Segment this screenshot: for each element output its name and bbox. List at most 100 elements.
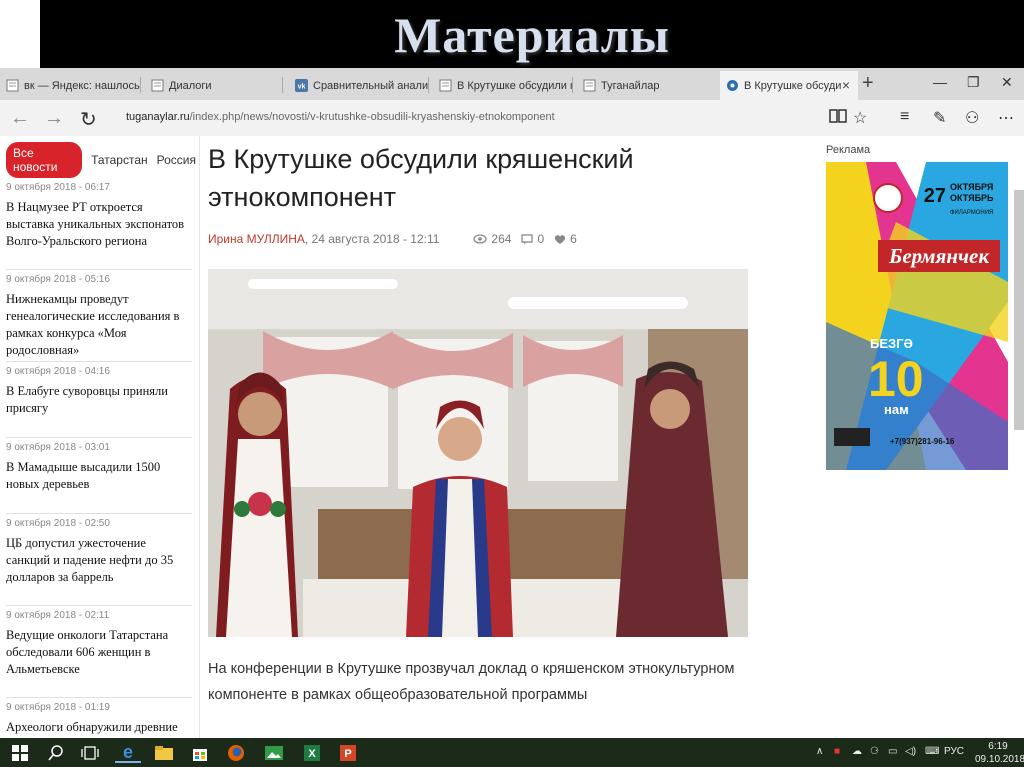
list-item[interactable]: 9 октября 2018 - 06:17 В Нацмузее РТ отк…: [6, 178, 192, 270]
monitor-icon[interactable]: ▭: [888, 746, 897, 757]
firefox-icon[interactable]: [224, 742, 248, 763]
tab-label: В Крутушке обсуди: [744, 79, 842, 92]
article-author[interactable]: Ирина МУЛЛИНА: [208, 232, 305, 246]
back-icon[interactable]: ←: [10, 107, 30, 130]
start-icon[interactable]: [8, 742, 32, 763]
filter-tatarstan[interactable]: Татарстан: [91, 153, 148, 167]
page-icon: [151, 79, 164, 92]
volume-icon[interactable]: ◁): [905, 746, 916, 757]
taskbar: e X P ∧ ■ ☁ ⚆ ▭ ◁) ⌨ РУС 6:19 09.10.2018: [0, 738, 1024, 767]
ad-number: 10: [868, 351, 924, 407]
eye-icon: [473, 234, 488, 244]
store-icon[interactable]: [188, 742, 212, 763]
hub-menu-icon[interactable]: ≡: [900, 108, 909, 126]
list-item[interactable]: 9 октября 2018 - 03:01 В Мамадыше высади…: [6, 438, 192, 514]
antivirus-icon[interactable]: ■: [834, 746, 840, 757]
tab-analysis[interactable]: vk Сравнительный анализ и: [289, 71, 429, 100]
list-item[interactable]: 9 октября 2018 - 02:11 Ведущие онкологи …: [6, 606, 192, 698]
tab-label: Туганайлар: [601, 79, 660, 92]
network-icon[interactable]: ⚆: [870, 746, 879, 757]
tab-active[interactable]: В Крутушке обсуди ×: [720, 71, 858, 100]
reading-view-icon[interactable]: [829, 108, 847, 129]
excel-icon[interactable]: X: [300, 742, 324, 763]
filter-all-news[interactable]: Все новости: [6, 142, 83, 178]
close-tab-icon[interactable]: ×: [842, 77, 850, 93]
comments-count: 0: [521, 232, 544, 246]
chevron-up-icon[interactable]: ∧: [816, 746, 823, 757]
site-icon: [726, 79, 739, 92]
likes-count[interactable]: 6: [554, 232, 577, 246]
restore-icon[interactable]: ❐: [967, 74, 980, 91]
url-field[interactable]: tuganaylar.ru/index.php/news/novosti/v-k…: [126, 111, 555, 123]
news-title[interactable]: Нижнекамцы проведут генеалогические иссл…: [6, 291, 192, 359]
svg-text:vk: vk: [298, 84, 306, 91]
file-explorer-icon[interactable]: [152, 742, 176, 763]
tab-label: вк — Яндекс: нашлось 101: [24, 79, 141, 92]
search-icon[interactable]: [44, 742, 68, 763]
ad-word: БЕЗГӘ: [870, 336, 913, 351]
column-divider: [199, 136, 200, 738]
list-item[interactable]: 9 октября 2018 - 04:16 В Елабуге суворов…: [6, 362, 192, 438]
language-indicator[interactable]: РУС: [944, 746, 964, 757]
url-host: tuganaylar.ru: [126, 111, 190, 123]
tab-yandex[interactable]: вк — Яндекс: нашлось 101: [0, 71, 141, 100]
note-icon[interactable]: ✎: [933, 108, 946, 128]
keyboard-icon[interactable]: ⌨: [925, 746, 939, 757]
article-lead: На конференции в Крутушке прозвучал докл…: [208, 661, 735, 703]
svg-text:X: X: [308, 748, 316, 760]
news-title[interactable]: ЦБ допустил ужесточение санкций и падени…: [6, 535, 192, 586]
tab-label: Сравнительный анализ и: [313, 79, 429, 92]
new-tab-icon[interactable]: +: [862, 72, 874, 95]
news-list: 9 октября 2018 - 06:17 В Нацмузее РТ отк…: [6, 178, 192, 738]
views-count: 264: [473, 232, 511, 246]
photos-icon[interactable]: [262, 742, 286, 763]
slide-title: Материалы: [394, 7, 670, 63]
ad-day: 27: [924, 185, 946, 207]
cloud-icon[interactable]: ☁: [852, 746, 862, 757]
list-item[interactable]: 9 октября 2018 - 01:19 Археологи обнаруж…: [6, 698, 192, 738]
article-meta: Ирина МУЛЛИНА , 24 августа 2018 - 12:11 …: [208, 232, 577, 246]
article-photo: [208, 269, 748, 637]
system-clock[interactable]: 6:19 09.10.2018: [975, 740, 1024, 766]
tab-tuganaylar[interactable]: Туганайлар: [577, 71, 717, 100]
refresh-icon[interactable]: ↻: [80, 107, 97, 132]
address-bar: ← → ↻ tuganaylar.ru/index.php/news/novos…: [0, 100, 1024, 136]
list-item[interactable]: 9 октября 2018 - 02:50 ЦБ допустил ужест…: [6, 514, 192, 606]
svg-text:P: P: [344, 748, 351, 760]
slide-title-band: Материалы: [40, 0, 1024, 68]
news-sidebar: Все новости Татарстан Россия 9 октября 2…: [0, 136, 196, 738]
news-title[interactable]: В Мамадыше высадили 1500 новых деревьев: [6, 459, 192, 493]
more-icon[interactable]: ⋯: [998, 108, 1014, 128]
news-title[interactable]: В Елабуге суворовцы приняли присягу: [6, 383, 192, 417]
scrollbar[interactable]: [1014, 190, 1024, 430]
news-filter: Все новости Татарстан Россия: [6, 142, 196, 178]
tab-label: В Крутушке обсудили кря: [457, 79, 573, 92]
task-view-icon[interactable]: [78, 742, 102, 763]
news-date: 9 октября 2018 - 01:19: [6, 702, 110, 713]
forward-icon[interactable]: →: [44, 107, 64, 130]
list-item[interactable]: 9 октября 2018 - 05:16 Нижнекамцы провед…: [6, 270, 192, 362]
tab-dialogs[interactable]: Диалоги: [145, 71, 283, 100]
favorite-star-icon[interactable]: ☆: [853, 108, 867, 128]
concert-ad[interactable]: Бермянчек 27 ОКТЯБРЯ ОКТЯБРЬ ФИЛАРМОНИЯ …: [826, 162, 1008, 470]
news-title[interactable]: Ведущие онкологи Татарстана обследовали …: [6, 627, 192, 678]
tab-label: Диалоги: [169, 79, 212, 92]
ad-venue: ФИЛАРМОНИЯ: [950, 210, 993, 216]
powerpoint-icon[interactable]: P: [336, 742, 360, 763]
news-date: 9 октября 2018 - 02:11: [6, 610, 110, 621]
news-date: 9 октября 2018 - 05:16: [6, 274, 110, 285]
clock-date: 09.10.2018: [975, 754, 1024, 765]
ad-subword: нам: [884, 402, 909, 417]
minimize-icon[interactable]: —: [933, 74, 947, 90]
news-title[interactable]: Археологи обнаружили древние: [6, 719, 192, 736]
svg-text:e: e: [123, 743, 133, 761]
article-title: В Крутушке обсудили кряшенский этнокомпо…: [208, 144, 634, 212]
share-icon[interactable]: ⚇: [965, 108, 979, 128]
filter-russia[interactable]: Россия: [157, 153, 196, 167]
page-icon: [583, 79, 596, 92]
news-date: 9 октября 2018 - 04:16: [6, 366, 110, 377]
tab-krutushka[interactable]: В Крутушке обсудили кря: [433, 71, 573, 100]
news-title[interactable]: В Нацмузее РТ откроется выставка уникаль…: [6, 199, 192, 250]
close-window-icon[interactable]: ✕: [1001, 74, 1013, 91]
edge-icon[interactable]: e: [115, 742, 141, 763]
